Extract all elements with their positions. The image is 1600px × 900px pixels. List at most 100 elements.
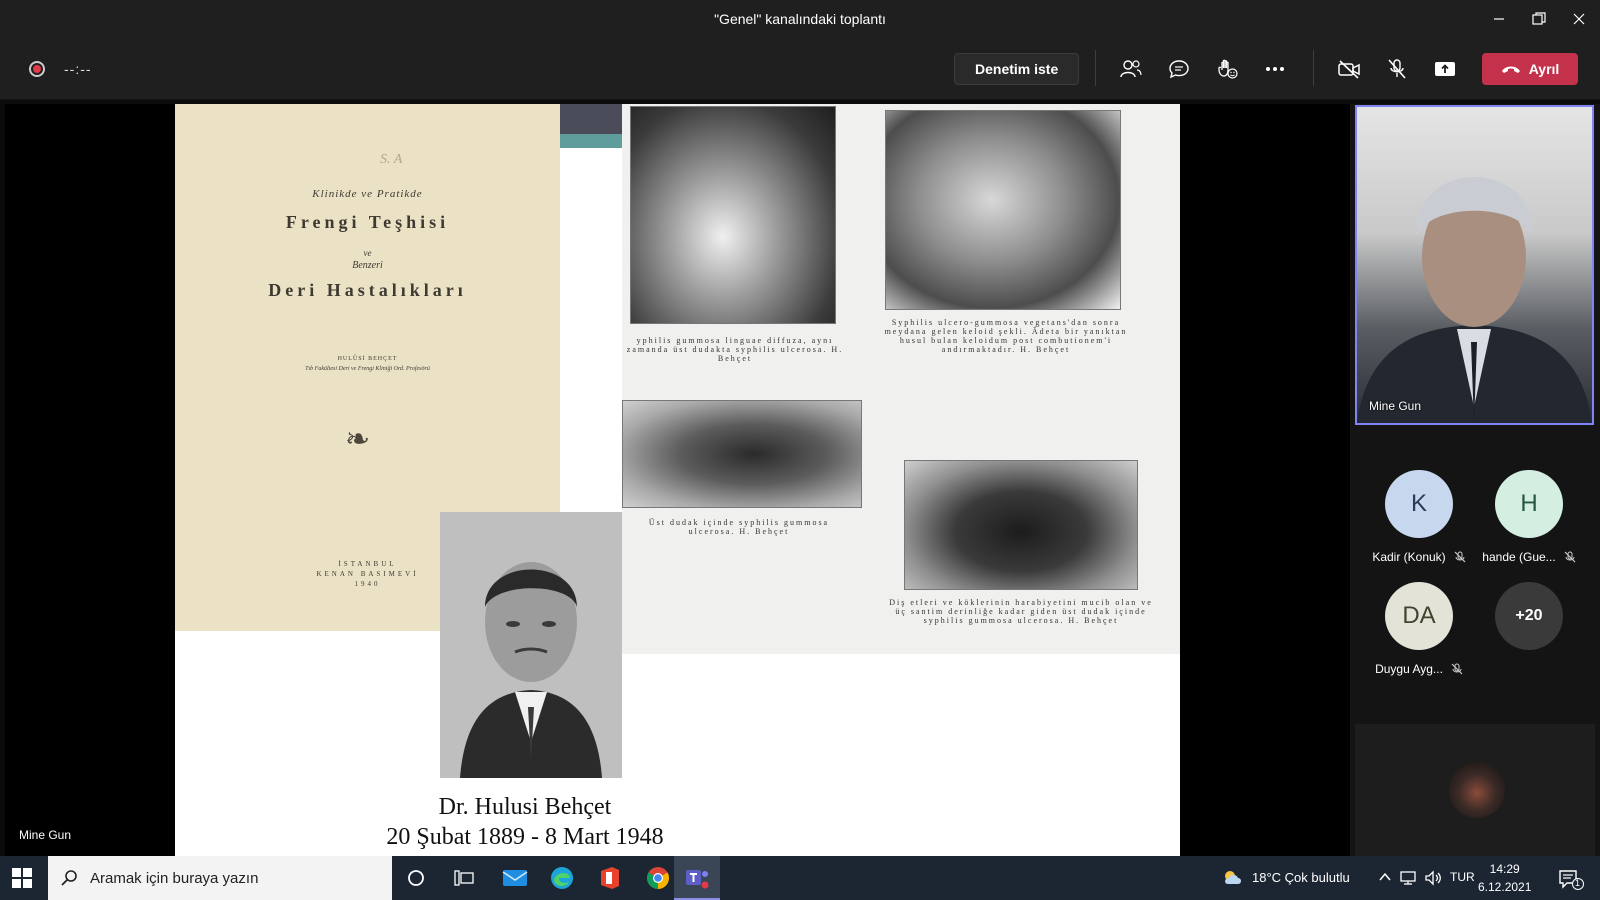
chrome-icon xyxy=(647,867,669,889)
volume-icon[interactable] xyxy=(1424,870,1442,886)
windows-taskbar: Aramak için buraya yazın 18°C Çok bulutl… xyxy=(0,856,1600,900)
photo-caption-1: yphilis gummosa linguae diffuza, aynı za… xyxy=(626,336,844,363)
weather-icon xyxy=(1222,868,1244,886)
participant-tile[interactable]: H hande (Gue... xyxy=(1474,470,1584,564)
book-subtitle-line: Klinikde ve Pratikde xyxy=(312,188,423,200)
teams-icon xyxy=(686,870,709,889)
taskbar-chrome-app[interactable] xyxy=(646,866,670,890)
book-author-title: Tıb Fakültesi Deri ve Frengi Kliniği Ord… xyxy=(305,366,430,372)
task-view-icon xyxy=(454,870,474,886)
hang-up-icon xyxy=(1501,66,1520,73)
mic-muted-icon xyxy=(1454,551,1466,563)
participant-video-figure xyxy=(1357,177,1592,423)
photo-caption-3: Üst dudak içinde syphilis gummosa ulcero… xyxy=(648,518,830,536)
camera-toggle-button[interactable] xyxy=(1333,54,1365,84)
participant-name: hande (Gue... xyxy=(1482,550,1556,564)
caption-dates: 20 Şubat 1889 - 8 Mart 1948 xyxy=(386,824,664,850)
share-screen-button[interactable] xyxy=(1429,54,1461,84)
restore-icon xyxy=(1532,12,1546,25)
clinical-photo-plate: yphilis gummosa linguae diffuza, aynı za… xyxy=(622,104,1180,654)
participant-name-row: Duygu Ayg... xyxy=(1364,662,1474,676)
cortana-icon xyxy=(408,870,424,886)
microphone-toggle-button[interactable] xyxy=(1381,54,1413,84)
slide-caption: Dr. Hulusi Behçet 20 Şubat 1889 - 8 Mart… xyxy=(325,792,725,852)
people-icon xyxy=(1120,60,1142,78)
participant-name-row: hande (Gue... xyxy=(1474,550,1584,564)
request-control-button[interactable]: Denetim iste xyxy=(954,53,1080,85)
taskbar-mail-app[interactable] xyxy=(502,866,528,890)
notifications-button[interactable]: 1 xyxy=(1558,868,1584,890)
participant-tile[interactable]: K Kadir (Konuk) xyxy=(1364,470,1474,564)
book-ve-line: ve xyxy=(363,248,372,258)
book-benzeri-line: Benzeri xyxy=(352,260,383,271)
window-title: "Genel" kanalındaki toplantı xyxy=(714,11,886,27)
microphone-off-icon xyxy=(1388,59,1406,79)
participant-tile[interactable]: DA Duygu Ayg... xyxy=(1364,582,1474,676)
portrait-figure xyxy=(440,512,622,778)
search-icon xyxy=(61,870,77,886)
avatar: H xyxy=(1495,470,1563,538)
self-video-name: Mine Gun xyxy=(1369,399,1422,413)
meeting-toolbar: --:-- Denetim iste Ayrıl xyxy=(0,38,1600,100)
handwritten-note: S. A xyxy=(380,152,403,167)
reactions-button[interactable] xyxy=(1211,54,1243,84)
small-video-avatar xyxy=(1449,762,1505,818)
meeting-timer: --:-- xyxy=(64,61,92,77)
clinical-photo-upper-lip xyxy=(622,400,862,508)
slide-decor-band-accent xyxy=(560,134,622,148)
more-participants-count: +20 xyxy=(1495,582,1563,650)
cortana-button[interactable] xyxy=(407,869,425,887)
notification-icon xyxy=(1559,870,1584,890)
start-button[interactable] xyxy=(12,868,32,888)
input-language[interactable]: TUR xyxy=(1450,870,1475,884)
office-icon xyxy=(601,867,619,889)
book-title-line: Frengi Teşhisi xyxy=(285,212,450,232)
leave-label: Ayrıl xyxy=(1528,61,1560,77)
edge-icon xyxy=(551,867,573,889)
taskbar-office-app[interactable] xyxy=(598,866,622,890)
close-icon xyxy=(1573,13,1585,25)
leave-button[interactable]: Ayrıl xyxy=(1482,53,1578,85)
weather-text[interactable]: 18°C Çok bulutlu xyxy=(1252,870,1350,885)
task-view-button[interactable] xyxy=(454,869,474,887)
recording-icon xyxy=(29,61,45,77)
minimize-icon xyxy=(1494,18,1504,20)
raise-hand-icon xyxy=(1218,59,1238,79)
clinical-photo-face-profile xyxy=(885,110,1121,310)
taskbar-edge-app[interactable] xyxy=(550,866,574,890)
chat-icon xyxy=(1169,60,1189,79)
taskbar-search-box[interactable]: Aramak için buraya yazın xyxy=(48,856,392,900)
clock-date: 6.12.2021 xyxy=(1478,880,1532,894)
clock-time: 14:29 xyxy=(1489,862,1520,876)
chevron-up-icon xyxy=(1379,872,1391,881)
toolbar-divider xyxy=(1095,50,1096,86)
camera-off-icon xyxy=(1338,60,1360,79)
book-title-line-2: Deri Hastalıkları xyxy=(268,280,467,300)
people-button[interactable] xyxy=(1115,54,1147,84)
notification-count: 1 xyxy=(1575,878,1581,888)
taskbar-clock[interactable]: 14:29 6.12.2021 xyxy=(1478,860,1531,896)
taskbar-teams-app[interactable] xyxy=(674,856,720,900)
book-author: HULÛSİ BEHÇET xyxy=(337,356,398,362)
photo-caption-2: Syphilis ulcero-gummosa vegetans'dan son… xyxy=(884,318,1128,354)
mail-icon xyxy=(502,870,528,886)
show-hidden-icons-button[interactable] xyxy=(1378,870,1392,884)
windows-logo-icon xyxy=(12,868,32,888)
clinical-photo-gums xyxy=(904,460,1138,590)
participant-name: Duygu Ayg... xyxy=(1375,662,1443,676)
caption-name: Dr. Hulusi Behçet xyxy=(438,794,612,820)
clinical-photo-tongue xyxy=(630,106,836,324)
chat-button[interactable] xyxy=(1163,54,1195,84)
close-window-button[interactable] xyxy=(1556,4,1600,34)
participant-name-row: Kadir (Konuk) xyxy=(1364,550,1474,564)
self-video-tile[interactable]: Mine Gun xyxy=(1355,105,1594,425)
more-actions-button[interactable] xyxy=(1259,54,1291,84)
share-tray-icon xyxy=(1435,62,1455,76)
slide-decor-band xyxy=(560,104,622,134)
network-icon[interactable] xyxy=(1400,870,1418,886)
more-participants-tile[interactable]: +20 xyxy=(1474,582,1584,650)
participant-name: Kadir (Konuk) xyxy=(1372,550,1446,564)
avatar: DA xyxy=(1385,582,1453,650)
more-icon xyxy=(1266,67,1284,71)
mic-muted-icon xyxy=(1451,663,1463,675)
